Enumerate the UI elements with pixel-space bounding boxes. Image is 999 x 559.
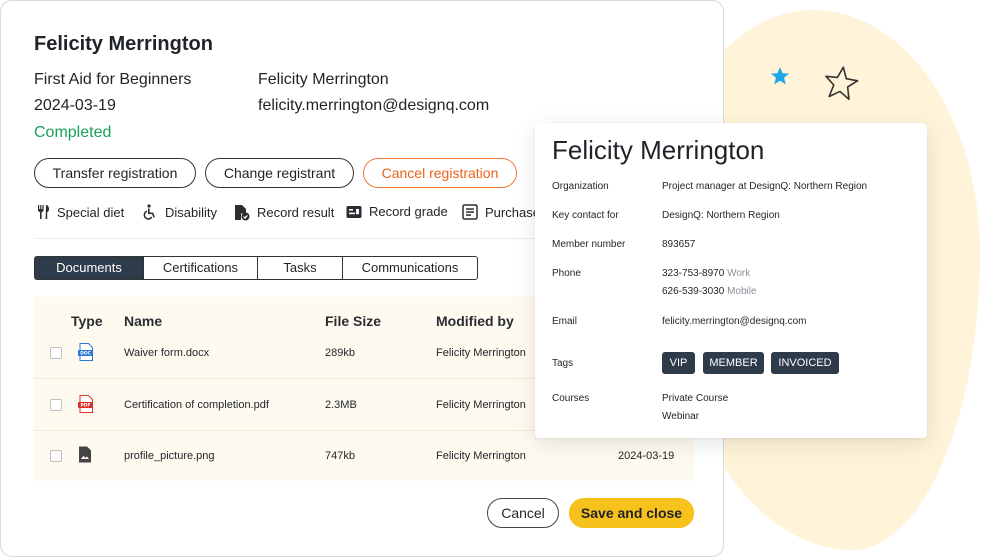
registration-date: 2024-03-19 [34,97,116,114]
purchase-action[interactable]: Purchase [462,204,540,220]
key-contact-label: Key contact for [552,210,619,221]
special-diet-label: Special diet [57,204,125,220]
file-name[interactable]: Certification of completion.pdf [124,399,269,411]
purchase-label: Purchase [485,204,540,220]
file-size: 747kb [325,450,355,462]
attendee-name: Felicity Merrington [258,71,389,88]
modified-date: 2024-03-19 [618,450,675,462]
file-size: 289kb [325,347,355,359]
row-checkbox[interactable] [50,450,62,462]
member-number-value: 893657 [662,239,696,250]
contact-name: Felicity Merrington [552,135,765,165]
status-text: Completed [34,124,112,141]
star-icon [770,67,790,85]
svg-text:PDF: PDF [80,403,90,409]
svg-text:DOC: DOC [80,351,92,357]
tab-bar: Documents Certifications Tasks Communica… [34,256,478,280]
tag-invoiced[interactable]: INVOICED [771,352,839,374]
row-checkbox[interactable] [50,399,62,411]
receipt-icon [462,204,478,220]
course-item[interactable]: Webinar [662,411,699,422]
phone-mobile[interactable]: 626-539-3030 Mobile [662,286,757,297]
tag-vip[interactable]: VIP [662,352,695,374]
key-contact-value: DesignQ: Northern Region [662,210,780,221]
email-label: Email [552,316,578,327]
page-title: Felicity Merrington [34,33,213,55]
member-number-label: Member number [552,239,626,250]
row-checkbox[interactable] [50,347,62,359]
disability-label: Disability [165,204,218,220]
record-grade-action[interactable]: Record grade [346,204,448,219]
save-and-close-button[interactable]: Save and close [569,498,694,528]
contact-card: Felicity Merrington Organization Project… [535,123,927,438]
email-value[interactable]: felicity.merrington@designq.com [662,316,806,327]
record-grade-label: Record grade [369,204,448,219]
file-name[interactable]: profile_picture.png [124,450,215,462]
record-result-label: Record result [257,205,335,220]
modified-by: Felicity Merrington [436,347,526,359]
modified-by: Felicity Merrington [436,399,526,411]
modified-by: Felicity Merrington [436,450,526,462]
course-name: First Aid for Beginners [34,71,192,88]
disability-action[interactable]: Disability [142,204,217,220]
star-outline-icon [825,66,859,101]
cancel-registration-button[interactable]: Cancel registration [363,158,517,188]
phone-label: Phone [552,268,581,279]
utensils-icon [38,205,49,219]
image-file-icon [79,446,91,463]
grade-card-icon [346,205,362,218]
tab-certifications[interactable]: Certifications [143,257,257,279]
action-bar: Special diet Disability Record result Re… [34,201,540,227]
organization-label: Organization [552,181,609,192]
cancel-button[interactable]: Cancel [487,498,559,528]
file-size: 2.3MB [325,399,357,411]
tab-documents[interactable]: Documents [35,257,143,279]
transfer-registration-button[interactable]: Transfer registration [34,158,196,188]
file-name[interactable]: Waiver form.docx [124,347,209,359]
courses-label: Courses [552,393,590,404]
pdf-file-icon: PDF [78,395,93,413]
course-item[interactable]: Private Course [662,393,728,404]
organization-value: Project manager at DesignQ: Northern Reg… [662,181,868,192]
document-check-icon [235,205,250,221]
record-result-action[interactable]: Record result [234,204,334,221]
attendee-email: felicity.merrington@designq.com [258,97,490,114]
wheelchair-icon [143,204,155,220]
tab-communications[interactable]: Communications [342,257,477,279]
change-registrant-button[interactable]: Change registrant [205,158,354,188]
tab-tasks[interactable]: Tasks [257,257,342,279]
special-diet-action[interactable]: Special diet [36,204,124,220]
phone-work[interactable]: 323-753-8970 Work [662,268,750,279]
tags-label: Tags [552,358,574,369]
tag-member[interactable]: MEMBER [703,352,764,374]
doc-file-icon: DOC [78,343,93,361]
